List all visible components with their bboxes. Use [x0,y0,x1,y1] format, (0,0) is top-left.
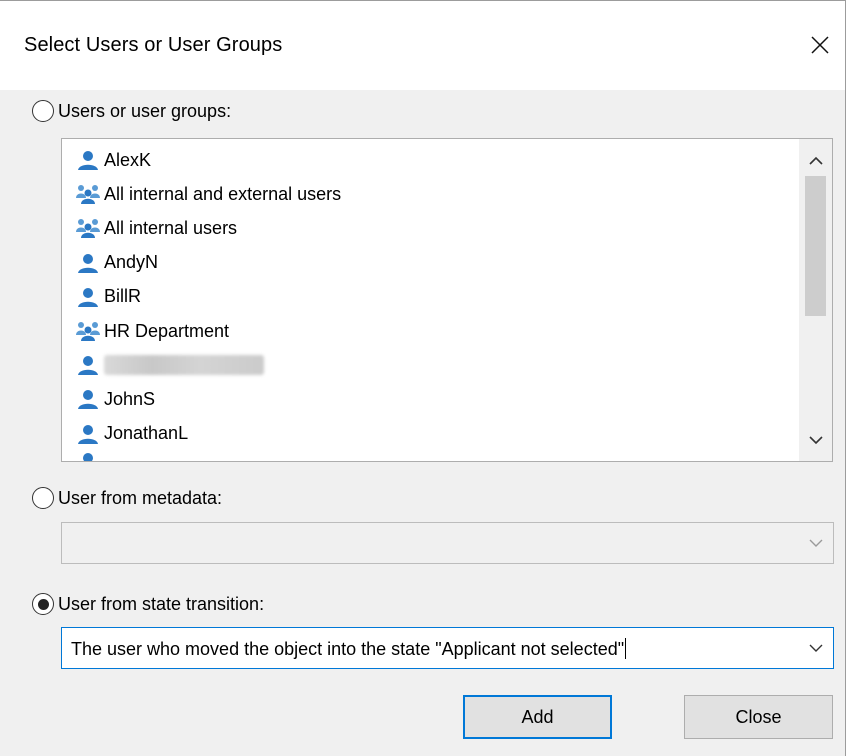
chevron-down-icon[interactable] [799,523,833,563]
list-item[interactable] [74,348,264,382]
state-transition-dropdown[interactable]: The user who moved the object into the s… [61,627,834,669]
metadata-option[interactable]: User from metadata: [32,487,222,509]
list-item-label: All internal users [104,217,238,238]
users-groups-radio[interactable] [32,100,54,122]
list-item[interactable]: JohnS [74,382,155,416]
state-transition-radio[interactable] [32,593,54,615]
list-item-label: BillR [104,286,142,307]
users-groups-label: Users or user groups: [58,100,232,121]
scroll-thumb[interactable] [805,176,826,316]
state-transition-option[interactable]: User from state transition: [32,593,264,615]
state-transition-label: User from state transition: [58,593,265,614]
list-item[interactable]: AlexK [74,143,151,177]
title-bar: Select Users or User Groups [0,0,845,90]
list-item-partial[interactable] [74,445,104,461]
list-item-label: AlexK [104,149,152,170]
metadata-dropdown[interactable] [61,522,834,564]
list-item-label: JohnS [104,388,156,409]
list-item[interactable]: All internal users [74,211,237,245]
scroll-down-icon[interactable] [799,423,832,457]
user-icon [74,148,102,172]
user-icon [74,422,102,446]
group-icon [74,182,102,206]
scroll-up-icon[interactable] [799,143,832,177]
text-caret [625,638,627,659]
list-item-label: All internal and external users [104,183,342,204]
list-item[interactable]: AndyN [74,246,158,280]
window-edge [0,0,845,1]
group-icon [74,216,102,240]
metadata-radio[interactable] [32,487,54,509]
state-transition-value: The user who moved the object into the s… [71,639,625,659]
close-button[interactable]: Close [684,695,833,739]
add-button[interactable]: Add [463,695,612,739]
list-item-label: HR Department [104,320,230,341]
chevron-down-icon[interactable] [799,628,833,668]
radio-selected-dot [37,598,49,610]
user-icon [74,285,102,309]
group-icon [74,319,102,343]
select-users-dialog: Select Users or User Groups Users or use… [0,0,846,756]
metadata-label: User from metadata: [58,487,223,508]
user-icon [74,251,102,275]
dialog-title: Select Users or User Groups [24,34,283,56]
users-groups-option[interactable]: Users or user groups: [32,100,231,122]
user-icon [74,387,102,411]
user-icon [74,450,102,461]
close-icon[interactable] [797,22,843,68]
user-icon [74,353,102,377]
list-item-label: AndyN [104,252,159,273]
list-item[interactable]: All internal and external users [74,177,341,211]
list-item[interactable]: BillR [74,280,141,314]
list-item-label: JonathanL [104,423,189,444]
state-transition-value-wrap: The user who moved the object into the s… [71,638,627,660]
redacted-name [104,355,264,376]
list-item[interactable]: HR Department [74,314,229,348]
list-scrollbar[interactable] [799,139,832,461]
users-listbox[interactable]: AlexK All internal and external users All … [61,138,833,462]
